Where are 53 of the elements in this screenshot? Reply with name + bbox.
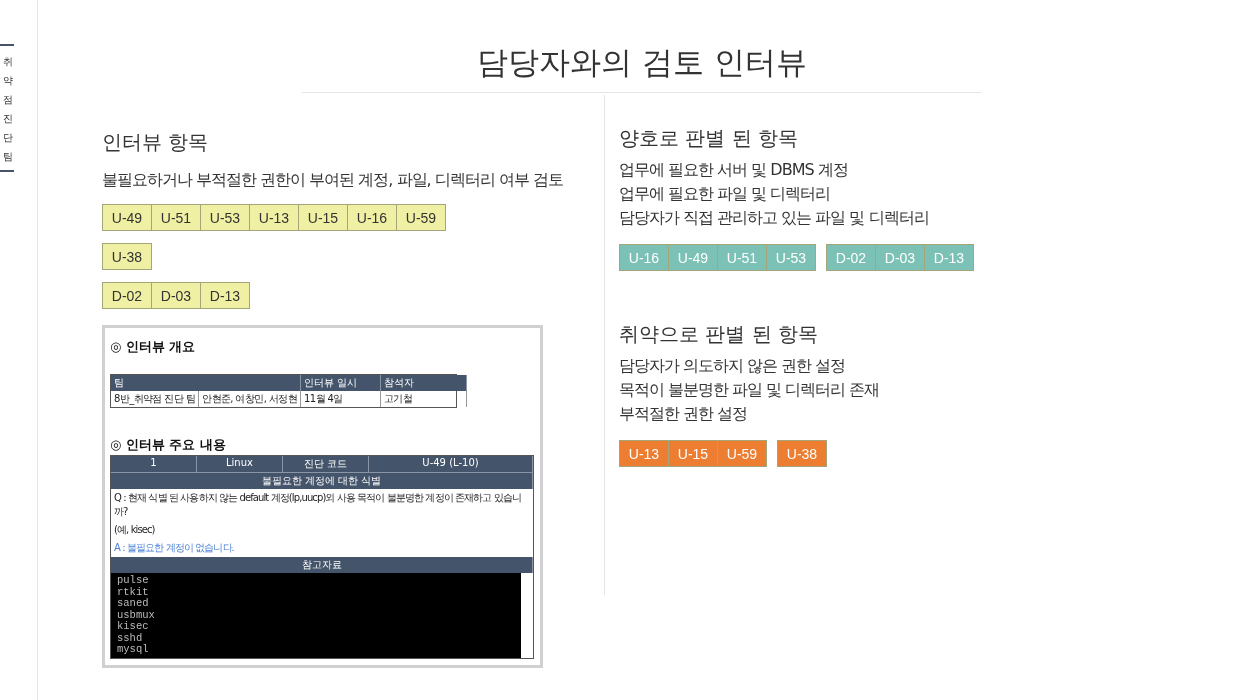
section-heading: 취약으로 판별 된 항목 bbox=[619, 321, 820, 348]
code-tag: U-38 bbox=[777, 440, 827, 467]
table-cell: 8반_취약점 진단 팀 bbox=[111, 391, 200, 407]
code-tag: U-38 bbox=[102, 243, 152, 270]
code-tag: U-16 bbox=[619, 244, 669, 271]
code-tag: D-03 bbox=[875, 244, 925, 271]
code-tag: U-15 bbox=[668, 440, 718, 467]
code-tag: U-49 bbox=[102, 204, 152, 231]
table-header: U-49 (L-10) bbox=[369, 456, 533, 472]
table-header: 불필요한 계정에 대한 식별 bbox=[111, 472, 533, 489]
code-tag: U-15 bbox=[298, 204, 348, 231]
code-tag: D-13 bbox=[200, 282, 250, 309]
finding-text: 담당자가 의도하지 않은 권한 설정 bbox=[619, 355, 846, 377]
code-tag: D-02 bbox=[102, 282, 152, 309]
table-header: Linux bbox=[197, 456, 283, 472]
slide-title: 담당자와의 검토 인터뷰 bbox=[302, 42, 982, 93]
table-cell: 11월 4일 bbox=[301, 391, 382, 407]
table-header: 참석자 bbox=[381, 375, 468, 391]
section-heading: 양호로 판별 된 항목 bbox=[619, 125, 800, 152]
finding-text: 목적이 불분명한 파일 및 디렉터리 존재 bbox=[619, 379, 880, 401]
table-cell: 안현준, 여창민, 서정현 bbox=[199, 391, 302, 407]
example-text: (예, kisec) bbox=[113, 523, 156, 537]
document-heading: ◎ 인터뷰 주요 내용 bbox=[110, 436, 227, 454]
code-tag: U-49 bbox=[668, 244, 718, 271]
answer-text: A : 불필요한 계정이 없습니다. bbox=[113, 541, 235, 555]
table-header: 진단 코드 bbox=[283, 456, 369, 472]
code-tag: U-13 bbox=[249, 204, 299, 231]
section-heading: 인터뷰 항목 bbox=[102, 129, 210, 156]
table-cell: 고기철 bbox=[381, 391, 468, 407]
finding-text: 부적절한 권한 설정 bbox=[619, 403, 748, 425]
code-tag: D-02 bbox=[826, 244, 876, 271]
table-header: 1 bbox=[111, 456, 197, 472]
table-header: 인터뷰 일시 bbox=[301, 375, 382, 391]
code-tag: U-13 bbox=[619, 440, 669, 467]
description: 불필요하거나 부적절한 권한이 부여된 계정, 파일, 디렉터리 여부 검토 bbox=[102, 169, 563, 191]
code-tag: U-16 bbox=[347, 204, 397, 231]
side-label: 취약점진단팀 bbox=[3, 55, 13, 164]
code-tag: U-53 bbox=[200, 204, 250, 231]
question-text: Q : 현재 식별 된 사용하지 않는 default 계정(lp,uucp)외 사용 목적이 불분명한 계정이 존재하고 있습니까? bbox=[113, 491, 523, 519]
code-tag: U-59 bbox=[396, 204, 446, 231]
table-header: 참고자료 bbox=[111, 557, 533, 573]
code-tag: U-59 bbox=[717, 440, 767, 467]
code-tag: D-03 bbox=[151, 282, 201, 309]
code-tag: U-51 bbox=[717, 244, 767, 271]
code-tag: U-51 bbox=[151, 204, 201, 231]
document-heading: ◎ 인터뷰 개요 bbox=[110, 338, 197, 356]
terminal-output: pulse rtkit saned usbmux kisec sshd mysql bbox=[111, 573, 521, 658]
code-tag: D-13 bbox=[924, 244, 974, 271]
table-header: 팀 bbox=[111, 375, 302, 391]
code-tag: U-53 bbox=[766, 244, 816, 271]
finding-text: 담당자가 직접 관리하고 있는 파일 및 디렉터리 bbox=[619, 207, 929, 229]
finding-text: 업무에 필요한 파일 및 디렉터리 bbox=[619, 183, 831, 205]
finding-text: 업무에 필요한 서버 및 DBMS 계정 bbox=[619, 159, 848, 181]
